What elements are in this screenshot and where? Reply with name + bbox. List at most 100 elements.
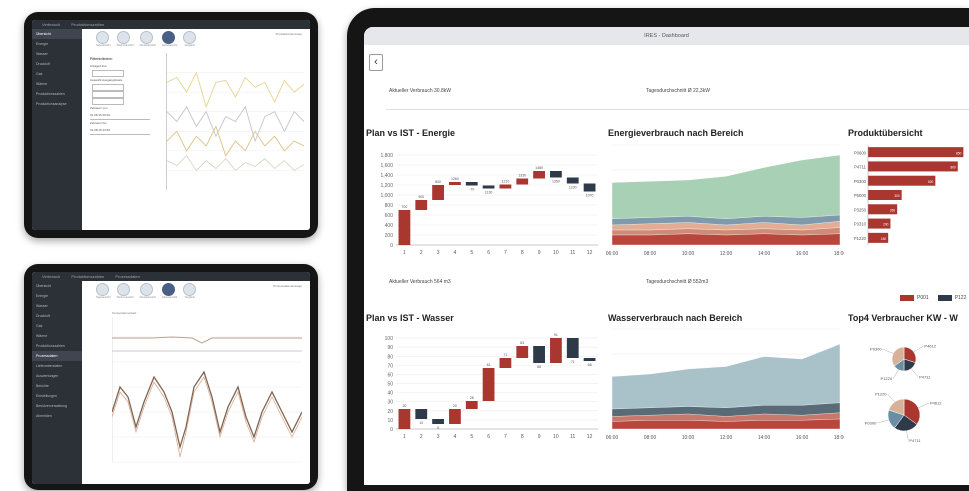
x-tick-label: 12:00	[720, 435, 733, 441]
pie-leader-line	[918, 403, 930, 408]
category-label: P4711	[854, 165, 866, 170]
x-tick-label: 10	[553, 250, 559, 256]
sidebar-item[interactable]: Benutzerverwaltung	[32, 401, 82, 411]
sidebar-item[interactable]: Druckluft	[32, 311, 82, 321]
view-icon[interactable]	[183, 283, 197, 296]
view-icon[interactable]	[183, 31, 197, 44]
sidebar-item[interactable]: Berichte	[32, 381, 82, 391]
filter-field[interactable]	[92, 91, 124, 98]
icon-label: Vergleich	[184, 44, 195, 47]
sidebar-item[interactable]: Übersicht	[32, 29, 82, 39]
filter-row-label: Anlage/Linie	[90, 64, 107, 68]
sidebar-item[interactable]: Gas	[32, 321, 82, 331]
sidebar-item[interactable]: Lieferantendaten	[32, 361, 82, 371]
sidebar-item[interactable]: Wasser	[32, 301, 82, 311]
filter-field[interactable]	[92, 70, 124, 77]
date-from-field[interactable]: 01.08.16 00:00	[90, 112, 150, 120]
y-tick-label: 50	[387, 382, 393, 388]
y-tick-label: 20	[387, 409, 393, 415]
category-label: P5000	[854, 193, 867, 198]
water-kpi-average: Tagesdurchschnitt Ø 552m3	[646, 279, 709, 285]
sidebar-item[interactable]: Energie	[32, 291, 82, 301]
y-tick-label: 1,400	[380, 173, 393, 179]
filter-row-label: Zeitraum bis	[90, 121, 107, 125]
back-button[interactable]: ‹	[369, 54, 383, 71]
y-tick-label: 1,800	[380, 153, 393, 159]
view-icon[interactable]	[139, 31, 153, 44]
data-label: 68	[588, 363, 592, 367]
top4-chart: P4612 P4711 P1220 P0300 P4612 P4711 P0300 P1220	[865, 344, 942, 443]
data-label: 200	[883, 223, 889, 227]
sidebar-item[interactable]: Wärme	[32, 79, 82, 89]
x-tick-label: 06:00	[606, 435, 619, 441]
y-tick-label: 0	[390, 427, 393, 433]
legend-swatch	[900, 295, 914, 301]
sidebar-item[interactable]: Prozessdaten	[32, 351, 82, 361]
y-tick-label: 1,000	[380, 193, 393, 199]
icon-label: Monatsansicht	[139, 44, 156, 47]
y-tick-label: 200	[385, 233, 394, 239]
waterfall-bar	[550, 171, 562, 178]
main-area: Tagesansicht Wochenansicht Monatsansicht…	[82, 29, 310, 230]
area-series	[611, 233, 841, 246]
top-bar-item[interactable]: Verbrauch	[42, 22, 60, 27]
view-icon[interactable]	[116, 283, 130, 296]
view-icon[interactable]	[161, 283, 175, 296]
sidebar-item[interactable]: Gas	[32, 69, 82, 79]
view-icon[interactable]	[139, 283, 153, 296]
view-icon[interactable]	[96, 283, 109, 296]
waterfall-bar	[550, 338, 562, 363]
legend-label: P122	[954, 295, 967, 301]
pie-leader-line	[913, 345, 924, 353]
tablet-top: Verbrauch Produktionszahlen Übersicht En…	[24, 12, 318, 238]
sidebar-item[interactable]: Übersicht	[32, 281, 82, 291]
filter-panel: Filterkriterien Anlage/Linie Auswahl Aus…	[90, 56, 160, 226]
toolbar: Tagesansicht Wochenansicht Monatsansicht…	[96, 31, 197, 47]
data-label: 83	[520, 341, 524, 345]
filter-field[interactable]	[92, 84, 124, 91]
produkt-title: Produktübersicht	[848, 128, 923, 138]
waterfall-bar	[465, 182, 478, 186]
data-label: 800	[950, 166, 956, 170]
top-bar-item[interactable]: Produktionszahlen	[71, 22, 104, 27]
data-label: 800	[435, 180, 441, 184]
sidebar-item[interactable]: Einstellungen	[32, 391, 82, 401]
top-bar-item[interactable]: Verbrauch	[42, 274, 60, 279]
filter-field[interactable]	[92, 98, 124, 105]
chevron-left-icon: ‹	[374, 56, 378, 68]
x-tick-label: 3	[437, 434, 440, 440]
pie-label: P0300	[865, 421, 877, 426]
dashboard-title: IRES - Dashboard	[644, 33, 689, 39]
process-line-chart	[112, 317, 302, 463]
data-label: 1210	[502, 180, 510, 184]
wasser-bereich-title: Wasserverbrauch nach Bereich	[608, 313, 743, 323]
sidebar-item[interactable]: Produktionszahlen	[32, 89, 82, 99]
sidebar-item[interactable]: Energie	[32, 39, 82, 49]
sidebar-item[interactable]: Druckluft	[32, 59, 82, 69]
waterfall-bar	[533, 346, 545, 363]
legend: P001 P122	[900, 295, 966, 301]
legend-swatch	[937, 295, 952, 301]
view-icon[interactable]	[116, 31, 130, 44]
pie-label: P4612	[924, 344, 936, 349]
sidebar-item[interactable]: Wasser	[32, 49, 82, 59]
x-tick-label: 16:00	[796, 251, 809, 257]
sidebar-item[interactable]: Wärme	[32, 331, 82, 341]
sidebar-item[interactable]: Abmelden	[32, 411, 82, 421]
x-tick-label: 5	[470, 250, 473, 256]
pie-leader-line	[910, 368, 919, 377]
view-icon[interactable]	[161, 31, 175, 44]
date-to-field[interactable]: 31.08.16 23:59	[90, 127, 150, 135]
view-icon[interactable]	[96, 31, 109, 44]
data-label: 900	[418, 195, 424, 199]
top-bar-item[interactable]: Produktionszahlen	[71, 274, 104, 279]
icon-label: Tagesansicht	[96, 296, 111, 299]
x-tick-label: 06:00	[606, 251, 619, 257]
y-tick-label: 10	[387, 418, 393, 424]
top-bar-item[interactable]: Prozessdaten	[115, 274, 139, 279]
sidebar-item[interactable]: Auswertungen	[32, 371, 82, 381]
sidebar-item[interactable]: Produktionszahlen	[32, 341, 82, 351]
sidebar-item[interactable]: Produktionsanalyse	[32, 99, 82, 109]
x-tick-label: 08:00	[644, 251, 657, 257]
legend-label: P001	[917, 295, 929, 301]
